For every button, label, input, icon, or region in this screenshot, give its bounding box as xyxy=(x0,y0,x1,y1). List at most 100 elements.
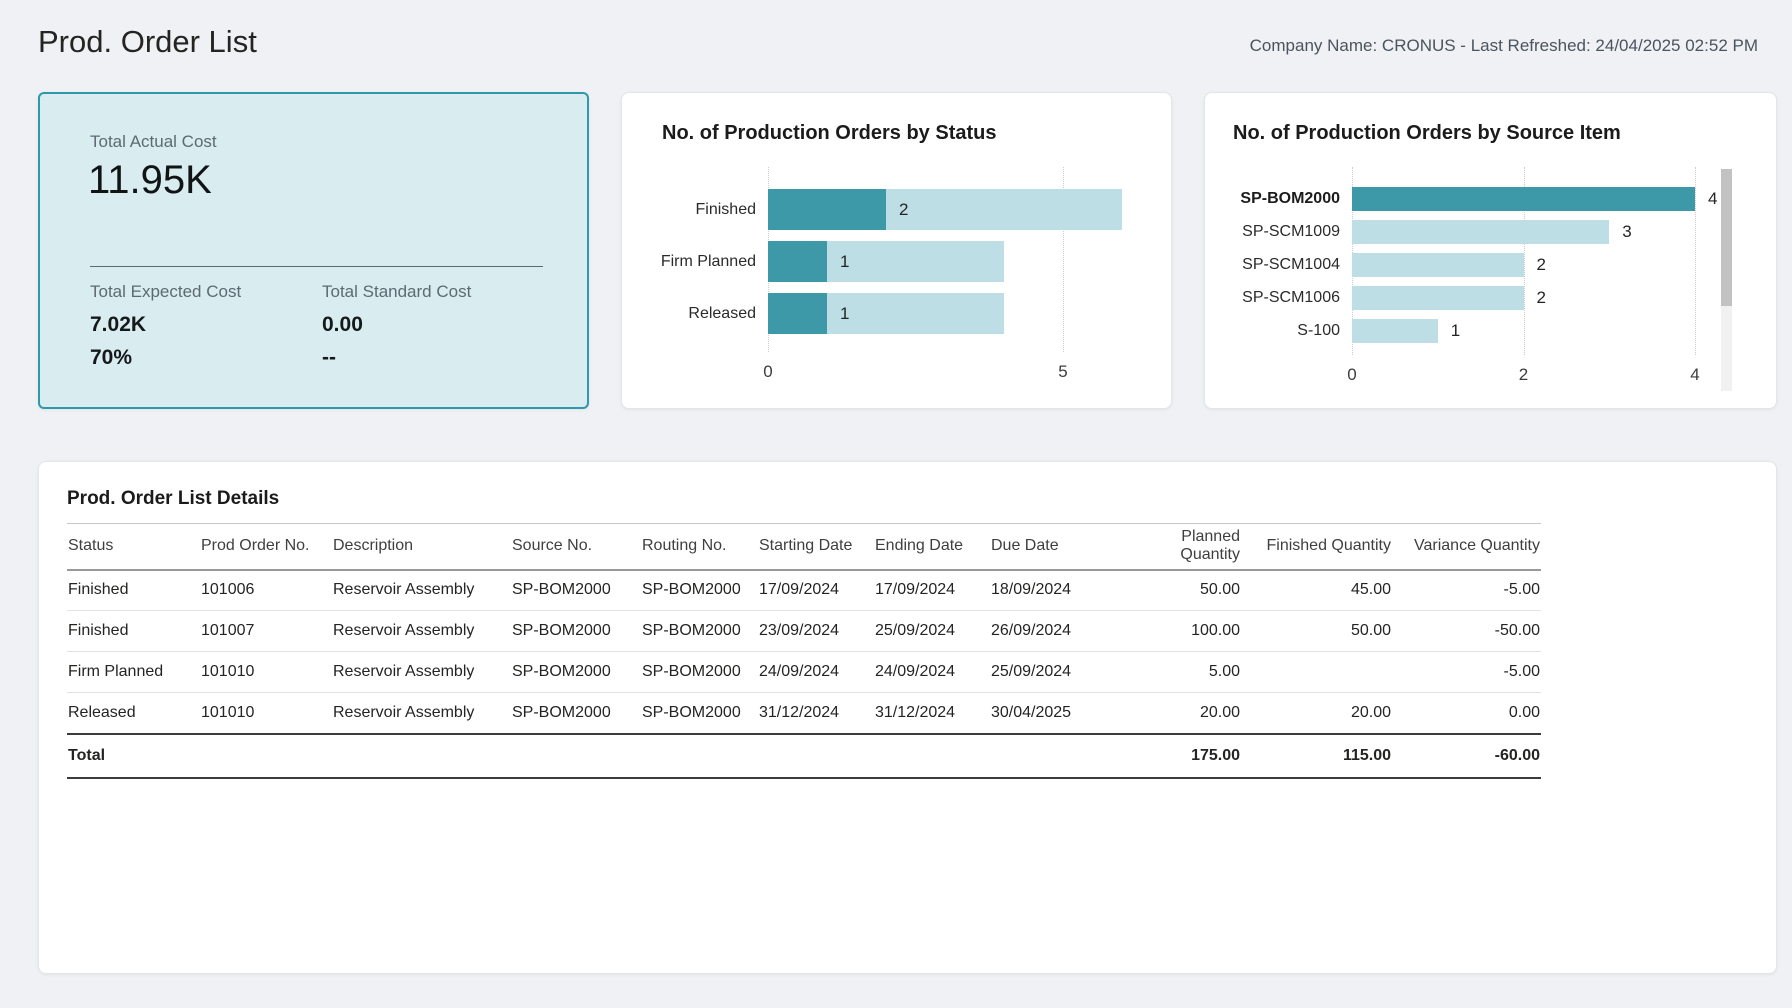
category-label: SP-BOM2000 xyxy=(1229,190,1340,208)
table-cell: SP-BOM2000 xyxy=(511,611,641,652)
total-cell xyxy=(874,734,990,778)
table-cell: SP-BOM2000 xyxy=(641,611,758,652)
column-header[interactable]: Planned Quantity xyxy=(1117,524,1241,570)
column-header[interactable]: Status xyxy=(67,524,200,570)
table-cell: 5.00 xyxy=(1117,652,1241,693)
kpi-standard-value: 0.00 xyxy=(322,313,471,337)
table-header-row: StatusProd Order No.DescriptionSource No… xyxy=(67,524,1541,570)
bar-row-released[interactable]: Released 1 xyxy=(642,293,1171,334)
axis-tick-label: 0 xyxy=(763,362,772,382)
details-table: StatusProd Order No.DescriptionSource No… xyxy=(67,523,1541,779)
column-header[interactable]: Description xyxy=(332,524,511,570)
bar-track: 3 xyxy=(1352,220,1695,244)
status-chart-card: No. of Production Orders by Status Finis… xyxy=(621,92,1172,409)
source-item-chart-card: No. of Production Orders by Source Item … xyxy=(1204,92,1777,409)
total-cell: Total xyxy=(67,734,200,778)
table-cell: 101010 xyxy=(200,652,332,693)
value-label: 4 xyxy=(1708,189,1717,209)
table-footer: Total175.00115.00-60.00 xyxy=(67,734,1541,778)
bar-value[interactable] xyxy=(768,241,827,282)
category-label: SP-SCM1004 xyxy=(1229,256,1340,274)
table-body: Finished101006Reservoir AssemblySP-BOM20… xyxy=(67,570,1541,734)
table-row[interactable]: Released101010Reservoir AssemblySP-BOM20… xyxy=(67,693,1541,734)
dashboard-page: Prod. Order List Company Name: CRONUS - … xyxy=(0,0,1792,1008)
bar-row-sp-scm1004[interactable]: SP-SCM10042 xyxy=(1229,253,1776,277)
bar-value[interactable] xyxy=(768,189,886,230)
table-cell: 101010 xyxy=(200,693,332,734)
table-cell: Finished xyxy=(67,611,200,652)
table-cell: Released xyxy=(67,693,200,734)
table-cell: 26/09/2024 xyxy=(990,611,1117,652)
source-chart-title: No. of Production Orders by Source Item xyxy=(1233,119,1776,147)
chart-plot-area: Finished2 Firm Planned1 Released 1 xyxy=(642,167,1171,352)
table-row[interactable]: Firm Planned101010Reservoir AssemblySP-B… xyxy=(67,652,1541,693)
bar-row-sp-bom2000[interactable]: SP-BOM2000 4 xyxy=(1229,187,1776,211)
bar-row-sp-scm1009[interactable]: SP-SCM10093 xyxy=(1229,220,1776,244)
bar-value[interactable] xyxy=(1352,286,1524,310)
column-header[interactable]: Ending Date xyxy=(874,524,990,570)
bar-track: 1 xyxy=(1352,319,1695,343)
value-label: 3 xyxy=(1622,222,1631,242)
table-cell: 17/09/2024 xyxy=(758,570,874,611)
table-cell: Reservoir Assembly xyxy=(332,611,511,652)
kpi-card-total-actual-cost[interactable]: Total Actual Cost 11.95K Total Expected … xyxy=(38,92,589,409)
table-cell: SP-BOM2000 xyxy=(641,652,758,693)
column-header[interactable]: Routing No. xyxy=(641,524,758,570)
table-cell: 31/12/2024 xyxy=(758,693,874,734)
total-cell xyxy=(511,734,641,778)
bar-track: 1 xyxy=(768,293,1122,334)
table-header: StatusProd Order No.DescriptionSource No… xyxy=(67,524,1541,570)
bar-value[interactable] xyxy=(1352,319,1438,343)
value-label: 2 xyxy=(899,200,908,220)
column-header[interactable]: Due Date xyxy=(990,524,1117,570)
kpi-standard-sub: -- xyxy=(322,346,471,370)
column-header[interactable]: Variance Quantity xyxy=(1392,524,1541,570)
chart-scrollbar-thumb[interactable] xyxy=(1721,169,1732,306)
bar-value[interactable] xyxy=(768,293,827,334)
column-header[interactable]: Source No. xyxy=(511,524,641,570)
kpi-secondary-standard: Total Standard Cost 0.00 -- xyxy=(322,282,471,370)
value-label: 1 xyxy=(1451,321,1460,341)
bar-row-sp-scm1006[interactable]: SP-SCM1006 2 xyxy=(1229,286,1776,310)
table-cell: -50.00 xyxy=(1392,611,1541,652)
kpi-standard-label: Total Standard Cost xyxy=(322,282,471,302)
value-label: 1 xyxy=(840,252,849,272)
table-cell: 45.00 xyxy=(1241,570,1392,611)
table-cell: 20.00 xyxy=(1117,693,1241,734)
total-cell xyxy=(990,734,1117,778)
chart-scrollbar[interactable] xyxy=(1721,169,1732,391)
total-cell xyxy=(200,734,332,778)
bar-track: 2 xyxy=(1352,286,1695,310)
total-cell: 175.00 xyxy=(1117,734,1241,778)
total-cell xyxy=(332,734,511,778)
category-label: Released xyxy=(642,305,756,323)
bar-row-finished[interactable]: Finished2 xyxy=(642,189,1171,230)
table-cell: Finished xyxy=(67,570,200,611)
table-cell: 25/09/2024 xyxy=(990,652,1117,693)
bar-value[interactable] xyxy=(1352,187,1695,211)
bar-row-firm-planned[interactable]: Firm Planned1 xyxy=(642,241,1171,282)
table-cell: 25/09/2024 xyxy=(874,611,990,652)
column-header[interactable]: Finished Quantity xyxy=(1241,524,1392,570)
x-axis: 05 xyxy=(768,362,1171,384)
bar-value[interactable] xyxy=(1352,220,1609,244)
bar-row-s-100[interactable]: S-1001 xyxy=(1229,319,1776,343)
value-label: 2 xyxy=(1537,288,1546,308)
table-cell: SP-BOM2000 xyxy=(511,693,641,734)
category-label: SP-SCM1006 xyxy=(1229,289,1340,307)
chart-plot-area: SP-BOM20004SP-SCM10093SP-SCM10042SP-SCM1… xyxy=(1229,167,1776,355)
table-cell: 24/09/2024 xyxy=(874,652,990,693)
bar-value[interactable] xyxy=(1352,253,1524,277)
table-cell: 31/12/2024 xyxy=(874,693,990,734)
axis-tick-label: 0 xyxy=(1347,365,1356,385)
table-row[interactable]: Finished101006Reservoir AssemblySP-BOM20… xyxy=(67,570,1541,611)
table-cell: 101007 xyxy=(200,611,332,652)
table-cell: SP-BOM2000 xyxy=(641,570,758,611)
column-header[interactable]: Prod Order No. xyxy=(200,524,332,570)
table-cell: 20.00 xyxy=(1241,693,1392,734)
table-cell xyxy=(1241,652,1392,693)
table-row[interactable]: Finished101007Reservoir AssemblySP-BOM20… xyxy=(67,611,1541,652)
table-cell: 50.00 xyxy=(1117,570,1241,611)
column-header[interactable]: Starting Date xyxy=(758,524,874,570)
table-cell: 101006 xyxy=(200,570,332,611)
